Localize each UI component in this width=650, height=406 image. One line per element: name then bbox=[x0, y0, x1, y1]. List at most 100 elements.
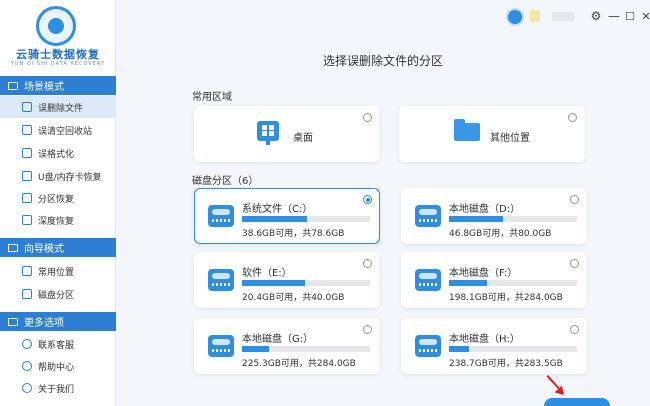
partition-usage-fill bbox=[242, 346, 269, 352]
minimize-button[interactable]: — bbox=[606, 8, 622, 24]
sidebar-item-label: 常用位置 bbox=[38, 267, 75, 278]
partition-icon bbox=[22, 193, 32, 203]
partition-card[interactable]: 本地磁盘（G:） 225.3GB可用，共284.0GB bbox=[194, 318, 380, 374]
sidebar-item-label: 关于我们 bbox=[38, 384, 75, 395]
partition-usage-fill bbox=[242, 216, 308, 222]
sidebar-section-wizard-mode: 向导模式 bbox=[0, 238, 116, 257]
common-area-label-text: 桌面 bbox=[293, 133, 313, 144]
radio-button[interactable] bbox=[570, 325, 579, 334]
radio-button[interactable] bbox=[568, 113, 577, 122]
partition-usage-fill bbox=[449, 346, 470, 352]
partition-usage-bar bbox=[449, 216, 577, 222]
partition-name: 本地磁盘（D:） bbox=[449, 204, 521, 215]
sidebar-section-scene-mode: 场景模式 bbox=[0, 76, 116, 95]
next-button[interactable] bbox=[544, 398, 610, 406]
sidebar-item-deep-recovery[interactable]: 深度恢复 bbox=[0, 209, 116, 231]
sidebar-item-about-us[interactable]: 关于我们 bbox=[0, 377, 116, 399]
sidebar-item-deleted-files[interactable]: 误删除文件 bbox=[0, 96, 116, 118]
section-label: 更多选项 bbox=[24, 318, 64, 329]
headset-icon bbox=[22, 339, 32, 349]
sidebar-item-label: 误格式化 bbox=[38, 149, 75, 160]
hard-disk-icon bbox=[208, 335, 234, 357]
sidebar-item-recycle-bin[interactable]: 误清空回收站 bbox=[0, 119, 116, 141]
help-icon bbox=[22, 361, 32, 371]
hard-disk-icon bbox=[415, 269, 441, 291]
sidebar-item-label: U盘/内存卡恢复 bbox=[38, 172, 102, 183]
radio-button[interactable] bbox=[363, 259, 372, 268]
logo-subtitle: YUN QI SHI DATA RECOVERY bbox=[10, 61, 106, 67]
partition-capacity: 225.3GB可用，共284.0GB bbox=[242, 359, 356, 369]
common-area-label-text: 其他位置 bbox=[490, 133, 530, 144]
common-area-label: 常用区域 bbox=[192, 92, 232, 103]
sidebar-item-common-locations[interactable]: 常用位置 bbox=[0, 260, 116, 282]
windows-desktop-icon bbox=[257, 121, 279, 145]
sidebar-item-usb-card[interactable]: U盘/内存卡恢复 bbox=[0, 165, 116, 187]
sidebar-item-disk-partition[interactable]: 磁盘分区 bbox=[0, 283, 116, 305]
common-area-other-card[interactable]: 其他位置 bbox=[399, 106, 585, 162]
section-label: 场景模式 bbox=[24, 82, 64, 93]
logo-title: 云骑士数据恢复 bbox=[16, 48, 100, 61]
sidebar-item-format[interactable]: 误格式化 bbox=[0, 142, 116, 164]
wizard-mode-icon bbox=[8, 243, 18, 252]
partition-card[interactable]: 本地磁盘（F:） 198.1GB可用，共284.0GB bbox=[401, 252, 587, 308]
scene-mode-icon bbox=[8, 81, 18, 90]
hard-disk-icon bbox=[208, 205, 234, 227]
hard-disk-icon bbox=[415, 205, 441, 227]
usb-drive-icon bbox=[22, 171, 32, 181]
sidebar-item-label: 误清空回收站 bbox=[38, 126, 93, 137]
partition-capacity: 38.6GB可用，共78.6GB bbox=[242, 229, 345, 239]
deleted-file-icon bbox=[22, 102, 32, 112]
hard-disk-icon bbox=[208, 269, 234, 291]
partition-card[interactable]: 本地磁盘（H:） 238.7GB可用，共283.5GB bbox=[401, 318, 587, 374]
title-bar: ⚙ — ☐ ✕ bbox=[116, 0, 650, 34]
sidebar-item-label: 联系客服 bbox=[38, 340, 75, 351]
sidebar-item-label: 深度恢复 bbox=[38, 216, 75, 227]
sidebar-item-label: 分区恢复 bbox=[38, 194, 75, 205]
partition-usage-bar bbox=[449, 280, 577, 286]
partition-usage-bar bbox=[449, 346, 577, 352]
partition-usage-fill bbox=[449, 280, 488, 286]
partition-name: 本地磁盘（F:） bbox=[449, 268, 518, 279]
disk-partition-icon bbox=[22, 289, 32, 299]
recycle-bin-icon bbox=[22, 125, 32, 135]
close-button[interactable]: ✕ bbox=[638, 8, 650, 24]
vip-badge-icon bbox=[530, 10, 540, 22]
sidebar-item-partition-recovery[interactable]: 分区恢复 bbox=[0, 187, 116, 209]
sidebar-item-help-center[interactable]: 帮助中心 bbox=[0, 355, 116, 377]
settings-gear-icon[interactable]: ⚙ bbox=[588, 8, 604, 24]
partition-card[interactable]: 软件（E:） 20.4GB可用，共40.0GB bbox=[194, 252, 380, 308]
partition-name: 本地磁盘（G:） bbox=[242, 334, 314, 345]
deep-scan-icon bbox=[22, 215, 32, 225]
partition-usage-fill bbox=[242, 280, 305, 286]
disk-partition-label: 磁盘分区（6） bbox=[192, 176, 259, 187]
radio-button[interactable] bbox=[363, 195, 372, 204]
partition-usage-bar bbox=[242, 216, 370, 222]
partition-capacity: 20.4GB可用，共40.0GB bbox=[242, 293, 345, 303]
partition-name: 系统文件（C:） bbox=[242, 204, 313, 215]
partition-capacity: 46.8GB可用，共80.0GB bbox=[449, 229, 552, 239]
sidebar: 云骑士数据恢复 YUN QI SHI DATA RECOVERY 场景模式 误删… bbox=[0, 0, 116, 406]
maximize-button[interactable]: ☐ bbox=[622, 8, 638, 24]
app-logo: 云骑士数据恢复 YUN QI SHI DATA RECOVERY bbox=[0, 0, 116, 74]
radio-button[interactable] bbox=[570, 259, 579, 268]
common-area-desktop-card[interactable]: 桌面 bbox=[194, 106, 380, 162]
page-title: 选择误删除文件的分区 bbox=[322, 54, 443, 68]
sidebar-item-label: 磁盘分区 bbox=[38, 290, 75, 301]
sidebar-item-contact-support[interactable]: 联系客服 bbox=[0, 333, 116, 355]
radio-button[interactable] bbox=[363, 113, 372, 122]
partition-card[interactable]: 系统文件（C:） 38.6GB可用，共78.6GB bbox=[194, 188, 380, 244]
radio-button[interactable] bbox=[363, 325, 372, 334]
partition-name: 本地磁盘（H:） bbox=[449, 334, 520, 345]
more-options-icon bbox=[8, 317, 18, 326]
user-name-placeholder bbox=[552, 12, 574, 21]
radio-button[interactable] bbox=[570, 195, 579, 204]
hard-disk-icon bbox=[415, 335, 441, 357]
partition-card[interactable]: 本地磁盘（D:） 46.8GB可用，共80.0GB bbox=[401, 188, 587, 244]
sidebar-item-label: 误删除文件 bbox=[38, 103, 84, 114]
partition-usage-bar bbox=[242, 346, 370, 352]
partition-usage-bar bbox=[242, 280, 370, 286]
info-icon bbox=[22, 383, 32, 393]
partition-capacity: 198.1GB可用，共284.0GB bbox=[449, 293, 563, 303]
user-avatar[interactable] bbox=[506, 8, 524, 26]
partition-capacity: 238.7GB可用，共283.5GB bbox=[449, 359, 563, 369]
